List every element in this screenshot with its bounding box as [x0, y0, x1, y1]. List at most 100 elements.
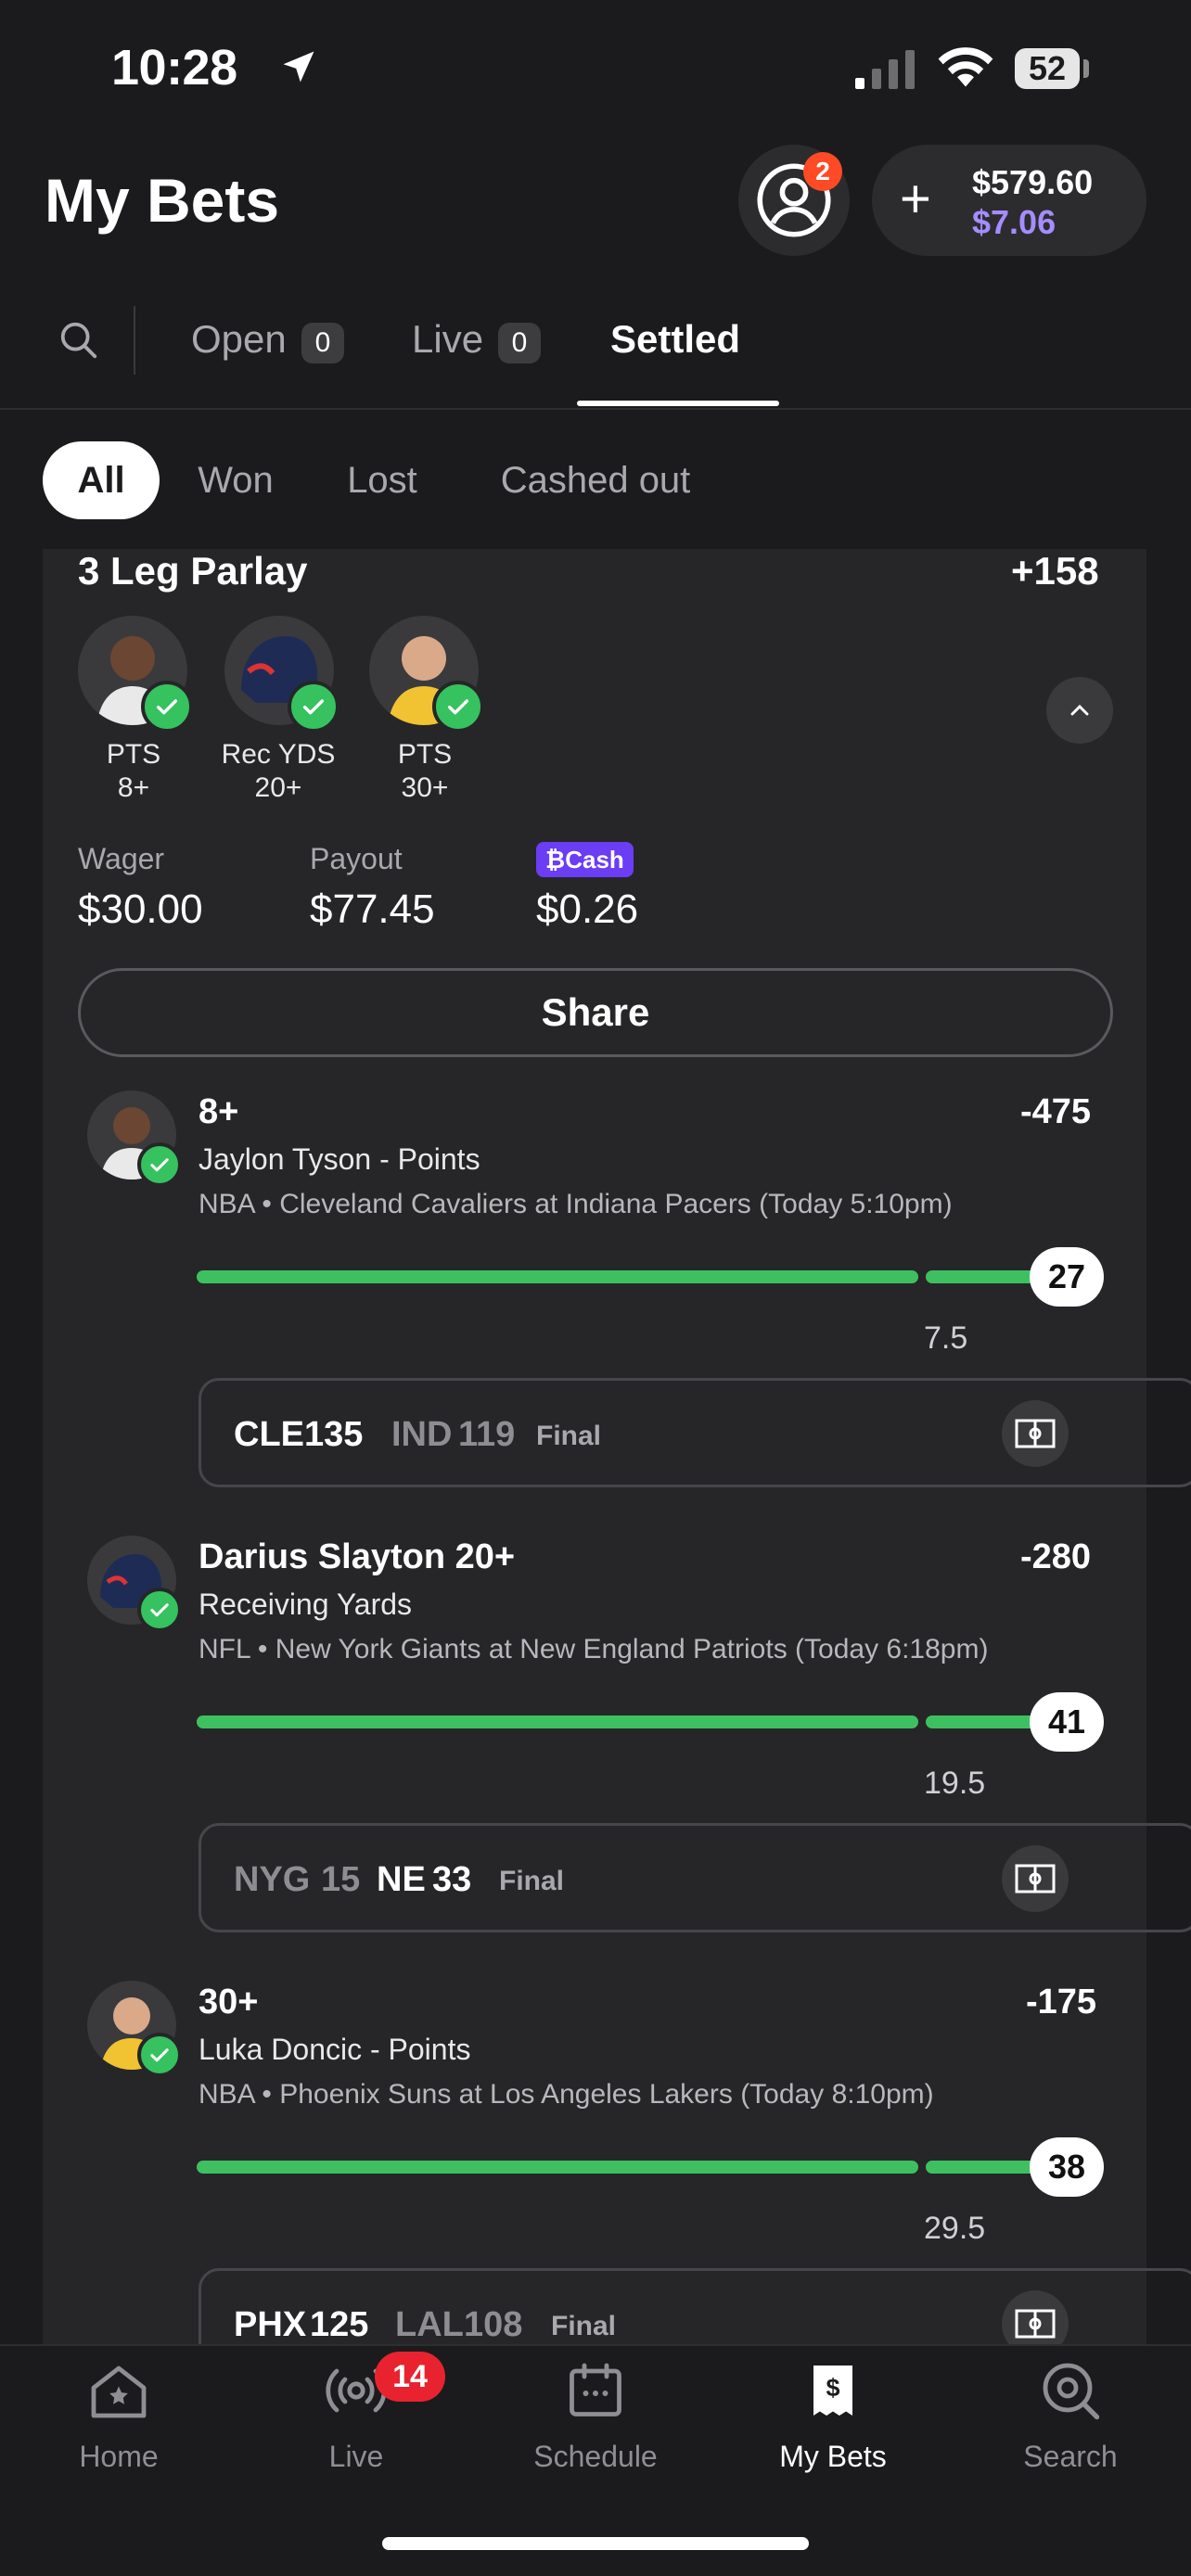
- pick-subtitle: Receiving Yards: [198, 1588, 413, 1621]
- line-value: 7.5: [924, 1320, 968, 1356]
- home-indicator: [382, 2537, 809, 2550]
- tab-settled[interactable]: Settled: [610, 317, 740, 362]
- progress-bar-to-line: [197, 1715, 918, 1728]
- progress-bar-over-line: [926, 2161, 1037, 2174]
- page-title: My Bets: [45, 166, 280, 235]
- nav-home[interactable]: Home: [35, 2357, 202, 2474]
- filter-all[interactable]: All: [43, 441, 160, 519]
- home-icon: [91, 2366, 147, 2418]
- pick-subtitle: Luka Doncic - Points: [198, 2033, 471, 2066]
- live-count-badge: 14: [375, 2352, 445, 2402]
- progress-bar-over-line: [926, 1715, 1037, 1728]
- line-value: 29.5: [924, 2211, 986, 2246]
- away-team: CLE: [234, 1415, 304, 1454]
- bet-slip-icon: $: [813, 2366, 852, 2416]
- nav-search-label: Search: [1023, 2440, 1118, 2473]
- pick-odds: -475: [1020, 1092, 1092, 1131]
- pick-odds: -175: [1026, 1983, 1097, 2021]
- progress-bar-over-line: [926, 1270, 1037, 1283]
- search-icon[interactable]: [58, 319, 100, 362]
- nav-my-bets[interactable]: $ My Bets: [749, 2357, 916, 2474]
- home-score: 119: [458, 1415, 516, 1454]
- home-score: 33: [432, 1860, 472, 1899]
- pick-title: 8+: [198, 1092, 239, 1131]
- game-status: Final: [536, 1421, 602, 1451]
- nav-home-label: Home: [79, 2440, 159, 2473]
- svg-text:$: $: [826, 2374, 839, 2402]
- pick-game: NBA • Cleveland Cavaliers at Indiana Pac…: [198, 1189, 953, 1219]
- nav-my-bets-label: My Bets: [779, 2440, 887, 2473]
- wifi-icon: [938, 47, 993, 87]
- leg-line-1: 8+: [117, 772, 150, 803]
- result-value: 38: [1030, 2137, 1104, 2197]
- parlay-title: 3 Leg Parlay: [78, 549, 308, 593]
- plus-icon: +: [900, 169, 931, 229]
- collapse-button[interactable]: [1046, 677, 1113, 744]
- court-icon: [1015, 1419, 1056, 1448]
- location-arrow-icon: [283, 51, 314, 83]
- leg-line-3: 30+: [401, 772, 449, 803]
- cash-icon: ₿: [545, 846, 566, 874]
- pick-game: NFL • New York Giants at New England Pat…: [198, 1634, 989, 1664]
- nav-live-label: Live: [328, 2440, 384, 2473]
- court-view-button[interactable]: [1002, 1400, 1069, 1467]
- filter-won[interactable]: Won: [182, 441, 289, 519]
- home-team: NE: [377, 1860, 426, 1899]
- chevron-up-icon: [1070, 704, 1089, 716]
- checkmark-icon: [432, 681, 484, 733]
- cash-badge-label: Cash: [565, 846, 624, 874]
- away-team: PHX: [234, 2305, 307, 2344]
- filter-cashed-out[interactable]: Cashed out: [475, 441, 716, 519]
- court-view-button[interactable]: [1002, 1845, 1069, 1912]
- parlay-odds: +158: [1011, 549, 1099, 593]
- pick-odds: -280: [1020, 1537, 1092, 1576]
- away-score: 135: [304, 1415, 364, 1454]
- result-value: 41: [1030, 1692, 1104, 1752]
- bonus-balance: $7.06: [972, 203, 1057, 241]
- status-time: 10:28: [111, 40, 237, 96]
- nav-schedule[interactable]: Schedule: [512, 2357, 679, 2474]
- checkmark-icon: [137, 2033, 182, 2077]
- pick-title: 30+: [198, 1983, 259, 2021]
- wager-value: $30.00: [78, 886, 203, 932]
- tab-live[interactable]: Live: [412, 317, 483, 362]
- tab-open[interactable]: Open: [191, 317, 287, 362]
- leg-stat-1: PTS: [106, 739, 161, 770]
- home-score: 108: [464, 2305, 523, 2344]
- filter-lost[interactable]: Lost: [325, 441, 440, 519]
- checkmark-icon: [141, 681, 193, 733]
- court-icon: [1015, 1864, 1056, 1894]
- share-button[interactable]: Share: [78, 968, 1113, 1057]
- battery-indicator: 52: [1015, 48, 1080, 89]
- checkmark-icon: [137, 1588, 182, 1632]
- checkmark-icon: [288, 681, 339, 733]
- home-team: LAL: [395, 2305, 464, 2344]
- cellular-signal-icon: [855, 50, 915, 89]
- cash-badge: ₿Cash: [536, 842, 634, 877]
- away-score: 125: [310, 2305, 369, 2344]
- wager-label: Wager: [78, 842, 165, 875]
- game-status: Final: [499, 1866, 565, 1896]
- leg-line-2: 20+: [254, 772, 302, 803]
- court-icon: [1015, 2309, 1056, 2339]
- payout-value: $77.45: [310, 886, 435, 932]
- battery-nub: [1083, 59, 1089, 78]
- leg-stat-2: Rec YDS: [221, 739, 336, 770]
- tab-live-count: 0: [498, 323, 541, 363]
- result-value: 27: [1030, 1247, 1104, 1307]
- pick-title: Darius Slayton 20+: [198, 1537, 516, 1576]
- cash-value: $0.26: [536, 886, 639, 932]
- tab-active-indicator: [577, 401, 779, 406]
- notification-badge: 2: [803, 152, 842, 191]
- balance-amount: $579.60: [972, 163, 1094, 201]
- home-team: IND: [391, 1415, 453, 1454]
- tab-divider: [134, 306, 135, 375]
- progress-bar-to-line: [197, 1270, 918, 1283]
- leg-stat-3: PTS: [397, 739, 453, 770]
- away-score: 15: [321, 1860, 361, 1899]
- away-team: NYG: [234, 1860, 311, 1899]
- nav-search[interactable]: Search: [987, 2357, 1154, 2474]
- pick-game: NBA • Phoenix Suns at Los Angeles Lakers…: [198, 2079, 934, 2110]
- payout-label: Payout: [310, 842, 403, 875]
- tab-open-count: 0: [301, 323, 344, 363]
